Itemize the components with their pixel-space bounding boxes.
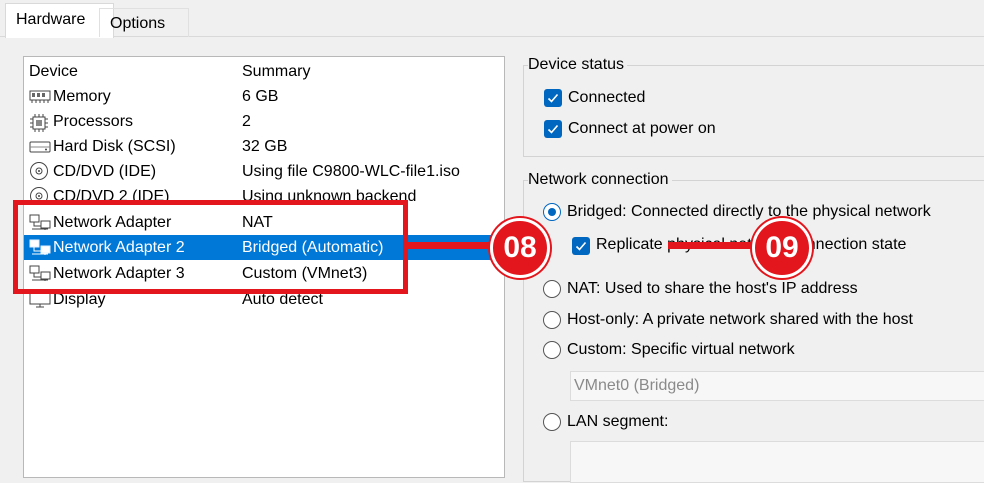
- connected-checkbox[interactable]: [544, 89, 562, 107]
- device-row-processors[interactable]: Processors 2: [24, 109, 503, 134]
- tab-options[interactable]: Options: [99, 8, 189, 37]
- device-row-cd-dvd[interactable]: CD/DVD (IDE) Using file C9800-WLC-file1.…: [24, 159, 503, 184]
- annotation-badge-08: 08: [490, 218, 550, 278]
- custom-network-dropdown[interactable]: VMnet0 (Bridged): [570, 371, 984, 401]
- tab-hardware-label: Hardware: [16, 11, 86, 28]
- column-header-summary[interactable]: Summary: [242, 62, 310, 82]
- memory-icon: [29, 88, 51, 105]
- host-only-label[interactable]: Host-only: A private network shared with…: [567, 309, 913, 331]
- replicate-state-checkbox[interactable]: [572, 237, 590, 255]
- device-summary: 6 GB: [242, 88, 279, 105]
- lan-segment-input[interactable]: [570, 441, 984, 483]
- device-name: Processors: [53, 113, 134, 130]
- tab-options-label: Options: [110, 15, 166, 32]
- device-row-hard-disk[interactable]: Hard Disk (SCSI) 32 GB: [24, 134, 503, 159]
- device-row-memory[interactable]: Memory 6 GB: [24, 84, 503, 109]
- annotation-highlight-box: [13, 200, 408, 294]
- host-only-radio[interactable]: [543, 311, 561, 329]
- device-name: CD/DVD (IDE): [53, 163, 157, 180]
- annotation-connector-2: [668, 242, 758, 249]
- device-summary: 32 GB: [242, 138, 288, 155]
- custom-network-value: VMnet0 (Bridged): [574, 377, 700, 394]
- device-summary: 2: [242, 113, 251, 130]
- device-summary: Using file C9800-WLC-file1.iso: [242, 163, 460, 180]
- device-name: Hard Disk (SCSI): [53, 138, 176, 155]
- lan-segment-radio[interactable]: [543, 413, 561, 431]
- bridged-label[interactable]: Bridged: Connected directly to the physi…: [567, 201, 931, 223]
- device-name: Memory: [53, 88, 111, 105]
- annotation-connector-1: [406, 242, 496, 249]
- lan-segment-label[interactable]: LAN segment:: [567, 411, 668, 433]
- network-connection-title: Network connection: [528, 171, 672, 189]
- tab-hardware[interactable]: Hardware: [5, 3, 114, 38]
- replicate-label-start: Replicate: [596, 236, 668, 253]
- processor-icon: [29, 113, 49, 132]
- column-header-device[interactable]: Device: [29, 62, 78, 82]
- annotation-badge-09: 09: [752, 218, 812, 278]
- connect-at-power-on-checkbox[interactable]: [544, 120, 562, 138]
- custom-radio[interactable]: [543, 341, 561, 359]
- connect-at-power-on-label[interactable]: Connect at power on: [568, 118, 716, 140]
- hard-disk-icon: [29, 138, 51, 155]
- bridged-radio[interactable]: [543, 203, 561, 221]
- custom-label[interactable]: Custom: Specific virtual network: [567, 339, 795, 361]
- nat-radio[interactable]: [543, 280, 561, 298]
- network-connection-group: [523, 180, 984, 482]
- cd-dvd-icon: [29, 162, 49, 180]
- device-status-title: Device status: [528, 56, 628, 74]
- nat-label[interactable]: NAT: Used to share the host's IP address: [567, 278, 858, 300]
- device-status-group: [523, 65, 984, 157]
- connected-label[interactable]: Connected: [568, 87, 645, 109]
